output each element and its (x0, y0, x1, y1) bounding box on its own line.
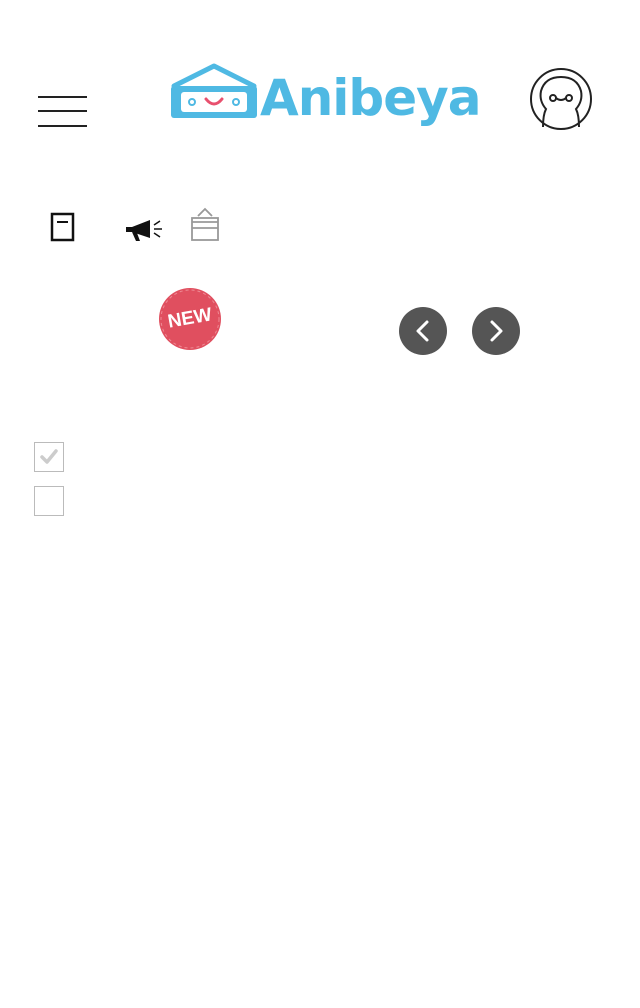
carousel-prev-button[interactable] (399, 307, 447, 355)
checkmark-icon (40, 449, 58, 464)
new-badge: NEW (157, 286, 223, 352)
avatar-icon (530, 68, 592, 130)
user-avatar-button[interactable] (529, 67, 593, 131)
logo[interactable]: Anibeya (168, 60, 481, 136)
new-badge-label: NEW (166, 304, 214, 333)
menu-bar (38, 125, 87, 127)
ballot-box-icon[interactable] (189, 206, 221, 242)
logo-text: Anibeya (260, 69, 481, 127)
menu-bar (38, 96, 87, 98)
megaphone-icon[interactable] (124, 216, 166, 244)
checkbox-unchecked[interactable] (34, 486, 64, 516)
checkbox-checked[interactable] (34, 442, 64, 472)
chevron-left-icon (416, 320, 429, 342)
menu-bar (38, 110, 87, 112)
book-icon[interactable] (50, 212, 76, 242)
logo-house-icon (171, 63, 257, 118)
chevron-right-icon (490, 320, 503, 342)
carousel-next-button[interactable] (472, 307, 520, 355)
menu-button[interactable] (36, 92, 90, 132)
